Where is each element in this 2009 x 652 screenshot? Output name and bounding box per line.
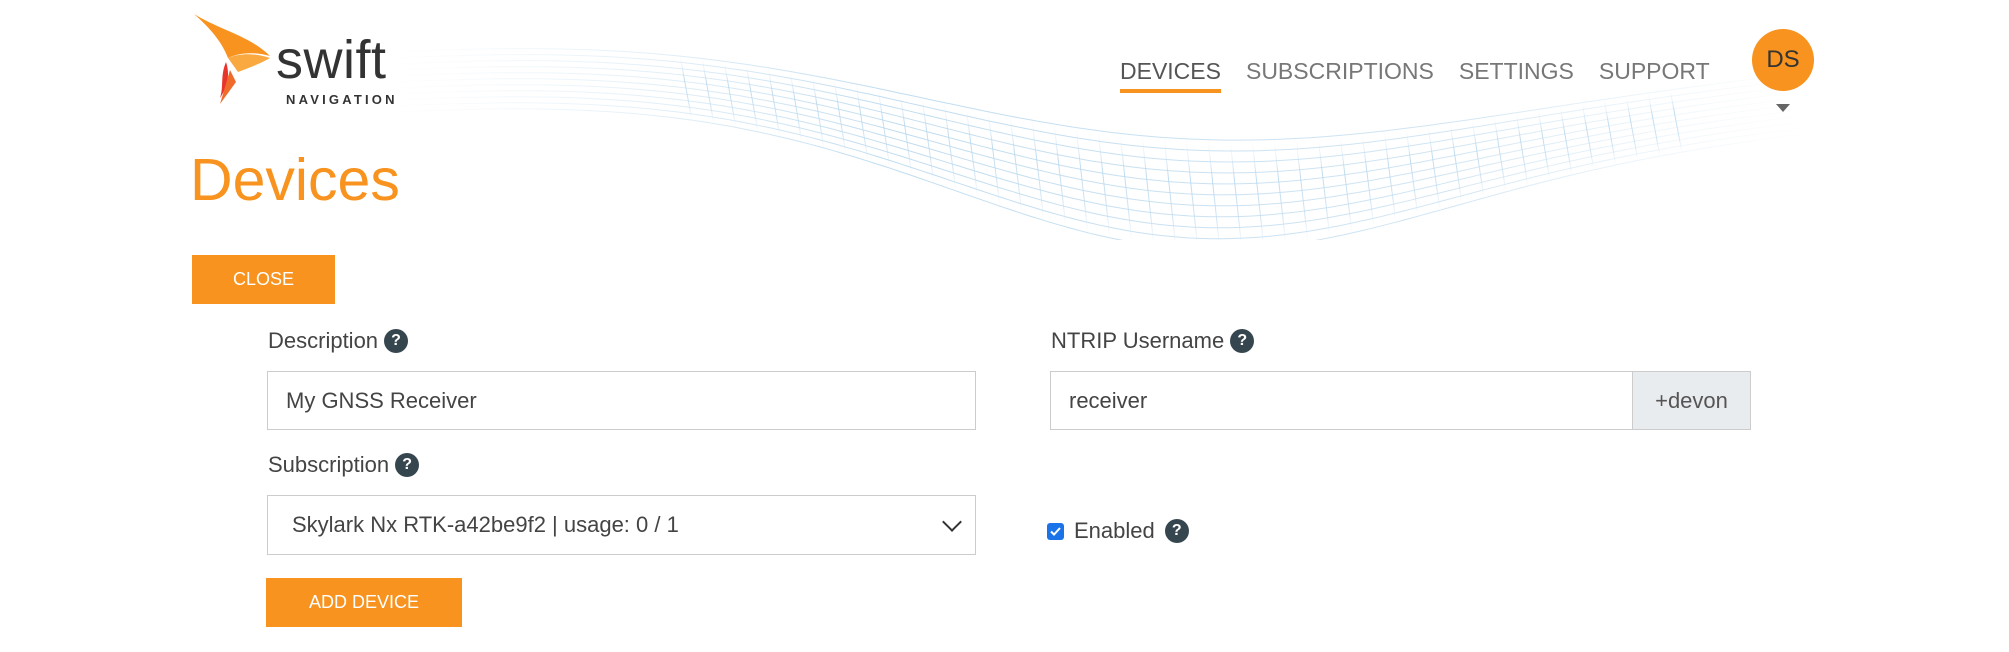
user-avatar[interactable]: DS [1752, 29, 1814, 91]
nav-support[interactable]: SUPPORT [1599, 58, 1710, 93]
description-value: My GNSS Receiver [286, 387, 477, 413]
ntrip-username-label: NTRIP Username [1051, 328, 1225, 353]
enabled-row: Enabled ? [1047, 518, 1189, 544]
subscription-select[interactable]: Skylark Nx RTK-a42be9f2 | usage: 0 / 1 [267, 495, 976, 555]
logo-wordmark: swift [276, 30, 387, 90]
chevron-down-icon [942, 512, 962, 532]
help-icon[interactable]: ? [384, 329, 409, 353]
enabled-checkbox[interactable] [1047, 522, 1064, 540]
ntrip-username-label-group: NTRIP Username ? [1051, 328, 1255, 354]
description-label-group: Description ? [268, 328, 409, 354]
main-nav: DEVICES SUBSCRIPTIONS SETTINGS SUPPORT [1120, 58, 1710, 93]
nav-subscriptions[interactable]: SUBSCRIPTIONS [1246, 58, 1434, 93]
subscription-selected-value: Skylark Nx RTK-a42be9f2 | usage: 0 / 1 [292, 512, 679, 537]
ntrip-username-input[interactable]: receiver [1050, 371, 1633, 430]
help-icon[interactable]: ? [1164, 519, 1189, 543]
help-icon[interactable]: ? [1230, 329, 1255, 353]
ntrip-username-suffix: +devon [1632, 371, 1751, 430]
subscription-label-group: Subscription ? [268, 452, 420, 478]
checkbox-checked-icon [1050, 526, 1061, 536]
logo-tagline: NAVIGATION [286, 92, 398, 107]
subscription-label: Subscription [268, 452, 390, 477]
add-device-button[interactable]: ADD DEVICE [266, 578, 462, 627]
description-label: Description [268, 328, 379, 353]
swift-logo-icon [194, 14, 270, 104]
description-input[interactable]: My GNSS Receiver [267, 371, 976, 430]
caret-down-icon[interactable] [1776, 104, 1790, 112]
ntrip-username-value: receiver [1069, 387, 1148, 413]
nav-devices[interactable]: DEVICES [1120, 58, 1221, 93]
nav-settings[interactable]: SETTINGS [1459, 58, 1574, 93]
close-button[interactable]: CLOSE [192, 255, 335, 304]
page-title: Devices [190, 147, 400, 213]
help-icon[interactable]: ? [395, 453, 420, 477]
enabled-label: Enabled [1074, 518, 1155, 543]
